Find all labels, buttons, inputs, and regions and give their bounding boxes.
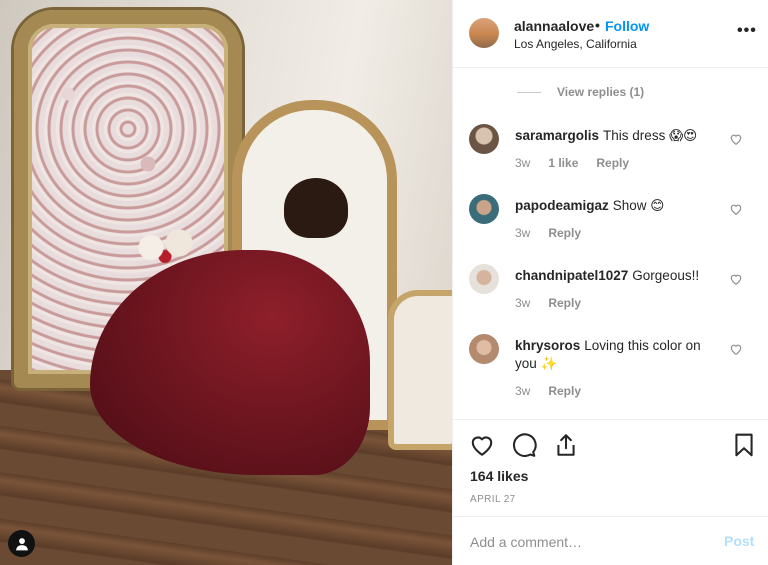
comment-like-heart-icon[interactable] (729, 132, 743, 146)
replies-divider (517, 91, 541, 93)
post-panel: alannaalove • Follow Los Angeles, Califo… (452, 0, 768, 565)
add-comment-section: Post (453, 516, 768, 565)
comment-meta: 3w Reply (515, 226, 581, 240)
comment-text: Gorgeous!! (632, 268, 700, 283)
comment-time[interactable]: 3w (515, 226, 530, 240)
photo-bouquet (130, 225, 200, 270)
likes-count[interactable]: 164 likes (470, 468, 528, 484)
comment-like-heart-icon[interactable] (729, 342, 743, 356)
post-header: alannaalove • Follow Los Angeles, Califo… (453, 0, 768, 68)
comment-username[interactable]: chandnipatel1027 (515, 268, 628, 283)
comment-icon[interactable] (511, 432, 537, 458)
post-location[interactable]: Los Angeles, California (514, 37, 637, 51)
comment-username[interactable]: saramargolis (515, 128, 599, 143)
photo-side-chair (388, 290, 452, 450)
user-tag-icon (15, 537, 28, 550)
comment-text: Show 😊 (612, 198, 665, 213)
author-username[interactable]: alannaalove (514, 18, 594, 34)
comment-body: saramargolis This dress 😱😍 (515, 127, 715, 145)
comment-avatar[interactable] (469, 334, 499, 364)
comment-username[interactable]: khrysoros (515, 338, 580, 353)
photo-hair (284, 178, 348, 238)
post-actions: 164 likes APRIL 27 Post (453, 419, 768, 565)
follow-button[interactable]: Follow (605, 18, 649, 34)
comment-time[interactable]: 3w (515, 156, 530, 170)
post-comment-button[interactable]: Post (724, 533, 754, 549)
comment-body: khrysoros Loving this color on you ✨ (515, 337, 715, 373)
comment-time[interactable]: 3w (515, 296, 530, 310)
more-options-icon[interactable]: ••• (737, 22, 757, 40)
comment-likes[interactable]: 1 like (548, 156, 578, 170)
view-replies-button[interactable]: View replies (1) (517, 85, 644, 99)
comment-meta: 3w Reply (515, 384, 581, 398)
comment-avatar[interactable] (469, 194, 499, 224)
post-date: APRIL 27 (470, 494, 516, 505)
comment-reply-button[interactable]: Reply (548, 226, 581, 240)
comment-text: This dress 😱😍 (603, 128, 698, 143)
comment-avatar[interactable] (469, 124, 499, 154)
bookmark-icon[interactable] (731, 432, 757, 458)
post-photo[interactable] (0, 0, 452, 565)
heart-icon[interactable] (469, 432, 495, 458)
view-replies-label: View replies (1) (557, 85, 645, 99)
comment-reply-button[interactable]: Reply (548, 296, 581, 310)
user-tag-button[interactable] (8, 530, 35, 557)
comment-time[interactable]: 3w (515, 384, 530, 398)
author-avatar[interactable] (469, 18, 499, 48)
comments-list[interactable]: View replies (1) saramargolis This dress … (453, 69, 768, 419)
comment-meta: 3w 1 like Reply (515, 156, 629, 170)
comment-meta: 3w Reply (515, 296, 581, 310)
comment-reply-button[interactable]: Reply (596, 156, 629, 170)
comment-avatar[interactable] (469, 264, 499, 294)
comment-like-heart-icon[interactable] (729, 272, 743, 286)
comment-reply-button[interactable]: Reply (548, 384, 581, 398)
comment-body: chandnipatel1027 Gorgeous!! (515, 267, 715, 285)
comment-username[interactable]: papodeamigaz (515, 198, 609, 213)
add-comment-input[interactable] (470, 531, 700, 553)
share-icon[interactable] (553, 432, 579, 458)
header-separator: • (595, 17, 600, 33)
comment-like-heart-icon[interactable] (729, 202, 743, 216)
comment-body: papodeamigaz Show 😊 (515, 197, 715, 215)
